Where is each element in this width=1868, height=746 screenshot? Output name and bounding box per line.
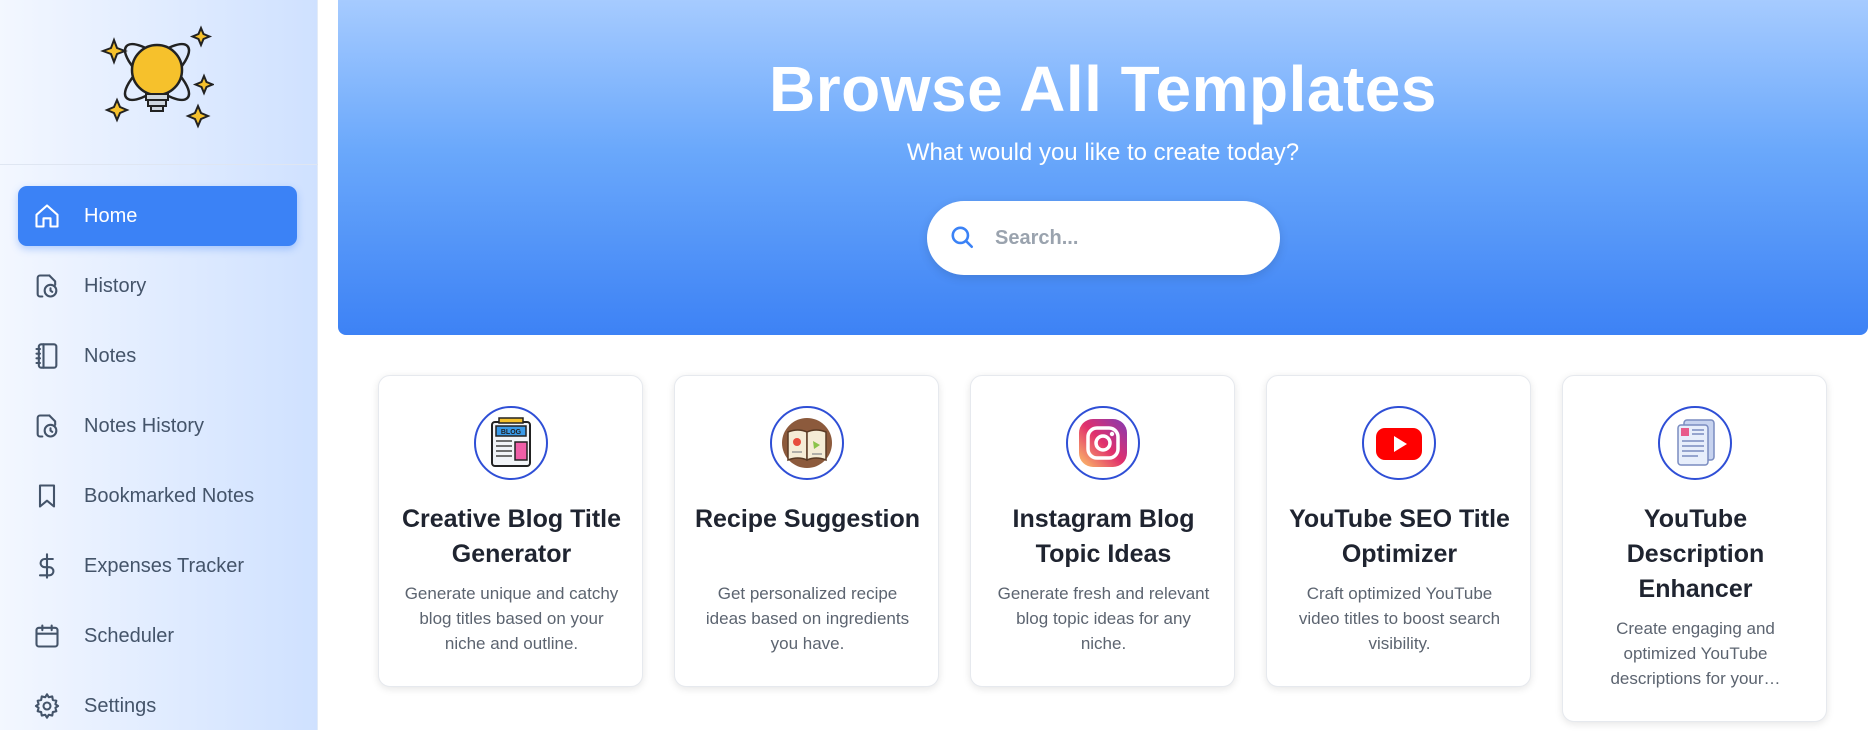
card-description: Generate unique and catchy blog titles b… — [404, 584, 619, 653]
sidebar-item-label: Expenses Tracker — [84, 554, 245, 577]
card-description: Get personalized recipe ideas based on i… — [705, 584, 910, 653]
hero-banner: Browse All Templates What would you like… — [338, 0, 1868, 335]
sidebar-item-label: Scheduler — [84, 624, 175, 647]
template-card-recipe[interactable]: Recipe Suggestion Get personalized recip… — [674, 375, 939, 687]
notes-history-icon — [32, 411, 62, 441]
sidebar-item-settings[interactable]: Settings — [18, 676, 297, 736]
lightbulb-logo[interactable] — [100, 20, 216, 130]
sidebar-item-scheduler[interactable]: Scheduler — [18, 606, 297, 666]
sidebar-item-label: Notes — [84, 344, 137, 367]
bookmark-icon — [32, 481, 62, 511]
template-card-youtube-seo[interactable]: YouTube SEO Title Optimizer Craft optimi… — [1266, 375, 1531, 687]
sidebar-item-history[interactable]: History — [18, 256, 297, 316]
page-title: Browse All Templates — [769, 53, 1437, 125]
page-subtitle: What would you like to create today? — [906, 139, 1300, 166]
instagram-icon — [1066, 406, 1140, 480]
svg-text:BLOG: BLOG — [501, 429, 522, 436]
card-title: YouTube SEO Title Optimizer — [1289, 505, 1510, 568]
search-bar[interactable] — [927, 201, 1280, 275]
home-icon — [32, 201, 62, 231]
sidebar-item-expenses-tracker[interactable]: Expenses Tracker — [18, 536, 297, 596]
search-icon — [949, 224, 977, 252]
dollar-icon — [32, 551, 62, 581]
recipe-book-icon — [770, 406, 844, 480]
card-title: Instagram Blog Topic Ideas — [1012, 505, 1195, 568]
template-card-blog-title[interactable]: BLOG Creative Blog Title Generator Gener… — [378, 375, 643, 687]
youtube-icon — [1362, 406, 1436, 480]
card-description: Craft optimized YouTube video titles to … — [1298, 584, 1501, 653]
document-icon — [1658, 406, 1732, 480]
gear-icon — [32, 691, 62, 721]
sidebar-nav: Home History Notes Notes History Bookmar… — [18, 186, 297, 746]
sidebar-item-notes[interactable]: Notes — [18, 326, 297, 386]
card-description: Generate fresh and relevant blog topic i… — [997, 584, 1210, 653]
calendar-icon — [32, 621, 62, 651]
history-icon — [32, 271, 62, 301]
template-card-instagram[interactable]: Instagram Blog Topic Ideas Generate fres… — [970, 375, 1235, 687]
sidebar-divider — [0, 164, 318, 165]
card-title: Creative Blog Title Generator — [401, 505, 622, 568]
sidebar-item-label: Settings — [84, 694, 157, 717]
notebook-icon — [32, 341, 62, 371]
sidebar-item-label: Notes History — [84, 414, 205, 437]
sidebar-item-bookmarked-notes[interactable]: Bookmarked Notes — [18, 466, 297, 526]
blog-icon: BLOG — [474, 406, 548, 480]
sidebar: Home History Notes Notes History Bookmar… — [0, 0, 318, 730]
sidebar-item-home[interactable]: Home — [18, 186, 297, 246]
search-input[interactable] — [993, 225, 1247, 251]
card-title: YouTube Description Enhancer — [1626, 505, 1765, 603]
sidebar-item-label: Home — [84, 204, 138, 227]
sidebar-item-label: History — [84, 274, 147, 297]
sidebar-item-label: Bookmarked Notes — [84, 484, 255, 507]
sidebar-item-notes-history[interactable]: Notes History — [18, 396, 297, 456]
card-title: Recipe Suggestion — [694, 505, 921, 533]
template-card-youtube-description[interactable]: YouTube Description Enhancer Create enga… — [1562, 375, 1827, 722]
card-description: Create engaging and optimized YouTube de… — [1610, 619, 1781, 688]
